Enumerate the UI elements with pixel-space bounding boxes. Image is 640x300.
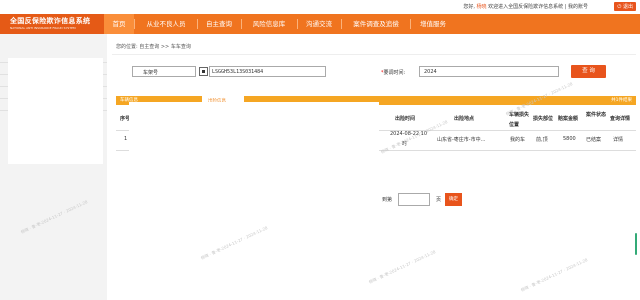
scrollbar-thumb[interactable]	[635, 233, 637, 255]
nav-divider	[297, 19, 298, 29]
date-select[interactable]: 2024	[419, 66, 559, 77]
logo-subtitle: NATIONAL ANTI INSURANCE FRAUD SYSTEM	[10, 26, 76, 30]
nav-divider	[410, 19, 411, 29]
col-header-detail: 查询详情	[610, 116, 631, 122]
row-status: 已结案	[586, 137, 602, 143]
col-header-time: 出险时间	[395, 116, 416, 122]
redacted-overlay	[129, 102, 379, 186]
sidebar-redacted-panel	[8, 58, 103, 164]
nav-risk-database[interactable]: 风险信息库	[243, 14, 295, 34]
nav-home[interactable]: 首页	[104, 14, 134, 34]
logout-label: 退出	[622, 4, 633, 10]
nav-divider	[341, 19, 342, 29]
col-header-place: 出险地点	[454, 116, 475, 122]
col-header-amount: 赔案金额	[558, 116, 579, 122]
dropdown-marker-icon	[202, 70, 205, 73]
nav-value-added[interactable]: 增值服务	[412, 14, 454, 34]
nav-divider	[241, 19, 242, 29]
row-amount: 5800	[563, 136, 576, 142]
top-bar: 您好, 杨晓 欢迎进入全国反保险欺诈信息系统 | 我的账号 ⏻ 退出	[0, 0, 640, 14]
query-type-select[interactable]: 车架号	[132, 66, 196, 77]
welcome-prefix: 您好,	[463, 4, 475, 10]
nav-bad-personnel[interactable]: 从业不良人员	[136, 14, 196, 34]
date-label-text: 要调时间:	[383, 70, 406, 76]
system-logo: 全国反保险欺诈信息系统 NATIONAL ANTI INSURANCE FRAU…	[0, 14, 104, 34]
query-type-dropdown-button[interactable]	[199, 67, 208, 76]
page-number-input[interactable]	[398, 193, 430, 206]
nav-self-query[interactable]: 自主查询	[199, 14, 239, 34]
welcome-text: 您好, 杨晓 欢迎进入全国反保险欺诈信息系统 | 我的账号	[463, 3, 588, 10]
query-button[interactable]: 查 询	[571, 65, 606, 78]
breadcrumb: 您的位置: 自主查询 >> 车车查询	[116, 44, 191, 50]
col-header-status: 案件状态	[586, 112, 607, 118]
date-label: *要调时间:	[381, 69, 405, 76]
result-count: 共1件结果	[611, 98, 632, 103]
row-place: 山东省-枣庄市-市中...	[437, 137, 486, 143]
pager-confirm-button[interactable]: 确定	[445, 193, 462, 206]
breadcrumb-divider	[112, 54, 636, 55]
nav-case-investigation[interactable]: 案件调查及追偿	[343, 14, 409, 34]
logout-button[interactable]: ⏻ 退出	[614, 2, 636, 11]
row-index: 1	[124, 136, 128, 142]
col-header-part: 损失部位	[533, 116, 554, 122]
sidebar	[0, 34, 107, 300]
row-part: 前,顶	[536, 137, 548, 143]
welcome-suffix: 欢迎进入全国反保险欺诈信息系统	[488, 4, 564, 10]
pager-goto-label: 到第	[382, 197, 393, 203]
vin-input[interactable]: LSGGH53L13S031484	[209, 66, 326, 77]
nav-communication[interactable]: 沟通交流	[299, 14, 339, 34]
logo-title: 全国反保险欺诈信息系统	[10, 16, 91, 25]
nav-divider	[134, 19, 135, 29]
username-link[interactable]: 杨晓	[477, 4, 487, 10]
pager-page-unit: 页	[436, 197, 442, 203]
logout-icon: ⏻	[617, 4, 622, 10]
my-account-link[interactable]: | 我的账号	[565, 4, 588, 10]
row-car-loss: 我的车	[510, 137, 526, 143]
main-navigation: 全国反保险欺诈信息系统 NATIONAL ANTI INSURANCE FRAU…	[0, 14, 640, 34]
row-detail-link[interactable]: 详情	[613, 136, 623, 143]
nav-divider	[197, 19, 198, 29]
